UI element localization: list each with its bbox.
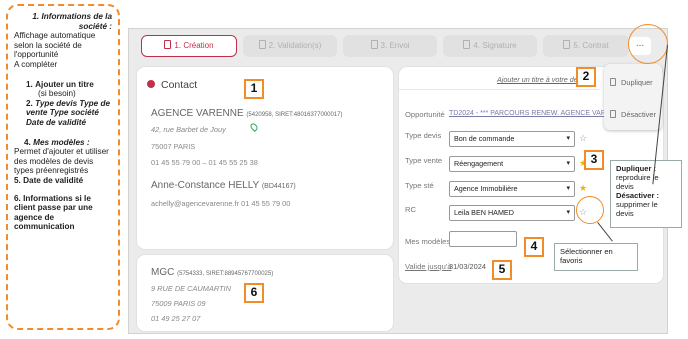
valide-jusqua-date[interactable]: 31/03/2024 — [449, 262, 486, 271]
type-ste-label: Type sté — [405, 181, 434, 190]
document-icon — [164, 40, 172, 49]
highlight-circle-more — [628, 24, 668, 64]
favorite-star-icon[interactable]: ☆ — [579, 133, 587, 144]
more-options-menu: Dupliquer Désactiver — [604, 64, 662, 130]
opportunity-link[interactable]: TD2024 - *** PARCOURS RENEW. AGENCE VARE… — [449, 110, 625, 117]
agency-city: 75007 PARIS — [151, 142, 196, 151]
agency2-phone: 01 49 25 27 07 — [151, 314, 201, 323]
document-icon — [258, 40, 266, 49]
annotation-badge-3: 3 — [584, 150, 604, 170]
document-icon — [563, 40, 571, 49]
step-envoi[interactable]: 3. Envoi — [343, 35, 437, 57]
step-tabs: 1. Création 2. Validation(s) 3. Envoi 4.… — [139, 35, 659, 59]
annotation-note: 1. Informations de la société : Affichag… — [6, 4, 120, 330]
chevron-down-icon: ▾ — [566, 135, 570, 142]
rc-label: RC — [405, 205, 416, 214]
chevron-down-icon: ▾ — [566, 209, 570, 216]
opportunity-label: Opportunité — [405, 110, 445, 119]
agency-phones: 01 45 55 79 00 – 01 45 55 25 38 — [151, 158, 258, 167]
note-item1-text2: A compléter — [14, 59, 58, 69]
annotation-badge-1: 1 — [244, 79, 264, 99]
agency2-street: 9 RUE DE CAUMARTIN — [151, 284, 231, 293]
agency2-name: MGC (5754333, SIRET:88945767700025) — [151, 267, 274, 278]
note-list-item: 2. Type devis Type de vente Type société… — [26, 98, 111, 127]
note-item6: 6. Informations si le client passe par u… — [14, 193, 93, 232]
callout-favorite: Sélectionner en favoris — [554, 243, 638, 271]
valide-jusqua-label: Valide jusqu'à — [405, 262, 452, 271]
divider — [399, 89, 599, 90]
note-item4: 4. Mes modèles : Permet d'ajouter et uti… — [14, 137, 109, 176]
note-item1-text: Affichage automatique selon la société d… — [14, 31, 96, 60]
agency-street: 42, rue Barbet de Jouy — [151, 125, 226, 134]
communication-agency-panel: MGC (5754333, SIRET:88945767700025) 9 RU… — [137, 255, 393, 331]
annotation-badge-4: 4 — [524, 237, 544, 257]
type-vente-select[interactable]: Réengagement ▾ — [449, 156, 575, 172]
highlight-circle-favorite — [576, 196, 604, 224]
document-icon — [370, 40, 378, 49]
step-validation[interactable]: 2. Validation(s) — [243, 35, 337, 57]
step-signature[interactable]: 4. Signature — [443, 35, 537, 57]
annotation-badge-6: 6 — [244, 283, 264, 303]
favorite-star-icon[interactable]: ★ — [579, 183, 587, 194]
location-pin-icon[interactable] — [249, 122, 259, 132]
callout-menu-actions: Dupliquer : reproduire le devis Désactiv… — [610, 160, 682, 228]
contact-person-name: Anne-Constance HELLY (BD44167) — [151, 180, 296, 191]
note-list: 1. Ajouter un titre (si besoin) 2. Type … — [14, 80, 112, 128]
contact-person-details: achelly@agencevarenne.fr 01 45 55 79 00 — [151, 199, 291, 208]
note-item1-header: 1. Informations de la société : — [14, 12, 112, 31]
note-item5: 5. Date de validité — [14, 175, 84, 185]
step-creation[interactable]: 1. Création — [141, 35, 237, 57]
type-vente-label: Type vente — [405, 156, 443, 165]
agency-name: AGENCE VARENNE (5420958, SIRET:480163770… — [151, 108, 343, 119]
agency2-city: 75009 PARIS 09 — [151, 299, 206, 308]
document-icon — [610, 110, 616, 118]
type-ste-select[interactable]: Agence Immobilière ▾ — [449, 181, 575, 197]
chevron-down-icon: ▾ — [566, 185, 570, 192]
type-devis-label: Type devis — [405, 131, 442, 140]
contact-icon — [147, 80, 155, 88]
duplicate-menu-item[interactable]: Dupliquer — [610, 78, 653, 87]
copy-icon — [610, 78, 616, 86]
step-contrat[interactable]: 5. Contrat — [543, 35, 629, 57]
note-item1-title: Informations de la société : — [41, 12, 112, 31]
mes-modeles-label: Mes modèles — [405, 237, 451, 246]
mes-modeles-input[interactable] — [449, 231, 517, 247]
note-list-item: 1. Ajouter un titre (si besoin) — [26, 79, 94, 99]
contact-title: Contact — [147, 79, 197, 91]
deactivate-menu-item[interactable]: Désactiver — [610, 110, 656, 119]
contact-panel: Contact AGENCE VARENNE (5420958, SIRET:4… — [137, 67, 393, 249]
annotation-badge-2: 2 — [576, 67, 596, 87]
add-title-link[interactable]: Ajouter un titre à votre devis — [497, 75, 587, 84]
pen-icon — [463, 40, 471, 49]
note-item1-num: 1. — [32, 12, 40, 21]
chevron-down-icon: ▾ — [566, 160, 570, 167]
rc-select[interactable]: Leila BEN HAMED ▾ — [449, 205, 575, 221]
annotation-badge-5: 5 — [492, 260, 512, 280]
type-devis-select[interactable]: Bon de commande ▾ — [449, 131, 575, 147]
